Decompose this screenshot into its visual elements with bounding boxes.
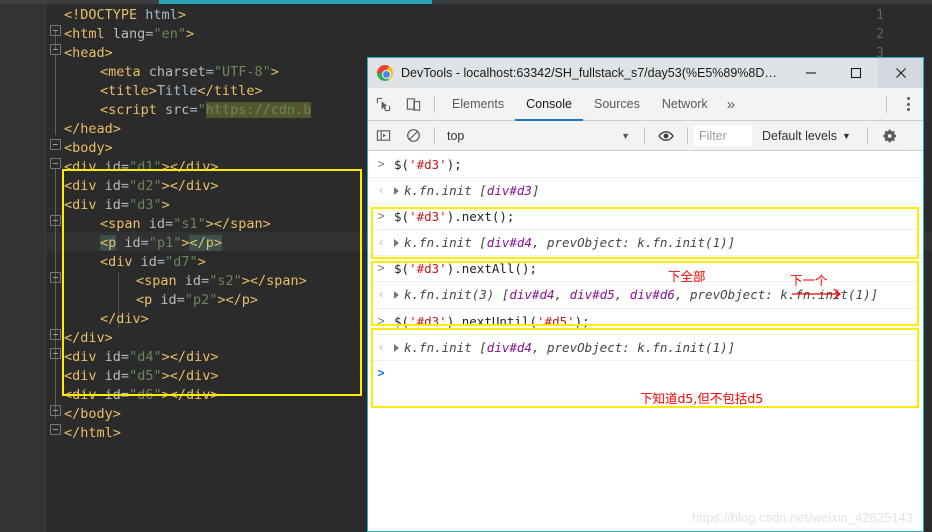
toolbar-divider bbox=[687, 127, 688, 144]
tab-network[interactable]: Network bbox=[651, 88, 719, 121]
toolbar-divider bbox=[644, 127, 645, 144]
expand-triangle-icon[interactable] bbox=[394, 186, 399, 195]
code-line-23: </html> bbox=[64, 425, 121, 441]
console-output-text: k.fn.init [div#d3] bbox=[394, 181, 923, 200]
fold-toggle-line17[interactable] bbox=[50, 329, 61, 340]
annotation-box-markup bbox=[62, 169, 362, 396]
window-title: DevTools - localhost:63342/SH_fullstack_… bbox=[401, 66, 788, 80]
fold-toggle-line8[interactable] bbox=[50, 158, 61, 169]
minimize-button[interactable] bbox=[788, 58, 833, 88]
tab-console[interactable]: Console bbox=[515, 88, 583, 121]
code-line-7: </head> bbox=[64, 121, 121, 137]
fold-connector bbox=[55, 169, 56, 419]
fold-toggle-line7[interactable] bbox=[50, 139, 61, 150]
fold-toggle-line11[interactable] bbox=[50, 215, 61, 226]
chevron-down-icon: ▼ bbox=[621, 130, 630, 141]
toolbar-divider bbox=[434, 95, 435, 113]
annotation-box-next bbox=[371, 207, 919, 259]
log-levels-label: Default levels bbox=[762, 128, 838, 143]
console-input-text: $('#d3'); bbox=[394, 157, 462, 172]
code-line-4: <meta charset="UTF-8"> bbox=[100, 64, 279, 80]
execution-context-value: top bbox=[447, 128, 465, 143]
fold-toggle-line18[interactable] bbox=[50, 348, 61, 359]
code-line-8: <body> bbox=[64, 140, 113, 156]
tab-sources[interactable]: Sources bbox=[583, 88, 651, 121]
devtools-tabbar[interactable]: Elements Console Sources Network » bbox=[368, 88, 923, 121]
code-line-5: <title>Title</title> bbox=[100, 83, 263, 99]
devtools-window[interactable]: DevTools - localhost:63342/SH_fullstack_… bbox=[367, 57, 924, 532]
console-sidebar-icon[interactable] bbox=[368, 119, 398, 152]
code-line-6: <script src="https://cdn.b bbox=[100, 102, 312, 118]
settings-gear-icon[interactable] bbox=[874, 119, 904, 152]
editor-gutter bbox=[0, 4, 45, 532]
chrome-logo-icon bbox=[377, 65, 393, 81]
fold-connector bbox=[55, 55, 56, 135]
fold-toggle-line2[interactable] bbox=[50, 25, 61, 36]
chevron-down-icon: ▼ bbox=[842, 130, 851, 141]
watermark-text: https://blog.csdn.net/weixin_42625143 bbox=[691, 510, 913, 525]
more-tabs-icon[interactable]: » bbox=[719, 88, 743, 121]
annotation-box-nextuntil bbox=[371, 328, 919, 408]
toolbar-divider bbox=[866, 127, 868, 144]
close-button[interactable] bbox=[878, 58, 923, 88]
fold-toggle-line22[interactable] bbox=[50, 405, 61, 416]
gutter-separator bbox=[45, 4, 46, 532]
code-line-3: <head> bbox=[64, 45, 113, 61]
toolbar-divider bbox=[434, 127, 435, 144]
code-line-1: <!DOCTYPE html> bbox=[64, 7, 186, 23]
code-line-22: </body> bbox=[64, 406, 121, 422]
live-expression-eye-icon[interactable] bbox=[651, 119, 681, 152]
customize-devtools-icon[interactable] bbox=[893, 88, 923, 121]
input-marker-icon: > bbox=[377, 157, 385, 171]
line-number: 1 bbox=[876, 8, 884, 23]
devtools-titlebar[interactable]: DevTools - localhost:63342/SH_fullstack_… bbox=[368, 58, 923, 88]
console-output-row[interactable]: ‹ k.fn.init [div#d3] bbox=[368, 178, 923, 204]
scrollbar-thumb[interactable] bbox=[159, 0, 432, 4]
maximize-button[interactable] bbox=[833, 58, 878, 88]
fold-toggle-line23[interactable] bbox=[50, 424, 61, 435]
console-input-row[interactable]: > $('#d3'); bbox=[368, 152, 923, 178]
tab-elements[interactable]: Elements bbox=[441, 88, 515, 121]
toolbar-divider bbox=[886, 95, 887, 113]
inspect-element-icon[interactable] bbox=[368, 88, 398, 121]
output-marker-icon: ‹ bbox=[379, 183, 383, 197]
filter-input[interactable]: Filter bbox=[694, 125, 752, 146]
log-levels-select[interactable]: Default levels ▼ bbox=[752, 129, 861, 143]
toggle-device-toolbar-icon[interactable] bbox=[398, 88, 428, 121]
fold-toggle-line14[interactable] bbox=[50, 272, 61, 283]
execution-context-select[interactable]: top ▼ bbox=[441, 125, 638, 147]
editor-horizontal-scrollbar[interactable] bbox=[0, 0, 932, 4]
clear-console-icon[interactable] bbox=[398, 119, 428, 152]
annotation-box-nextall bbox=[371, 261, 919, 326]
code-line-2: <html lang="en"> bbox=[64, 26, 195, 42]
console-toolbar[interactable]: top ▼ Filter Default levels ▼ bbox=[368, 121, 923, 151]
line-number: 2 bbox=[876, 27, 884, 42]
fold-toggle-line3[interactable] bbox=[50, 44, 61, 55]
